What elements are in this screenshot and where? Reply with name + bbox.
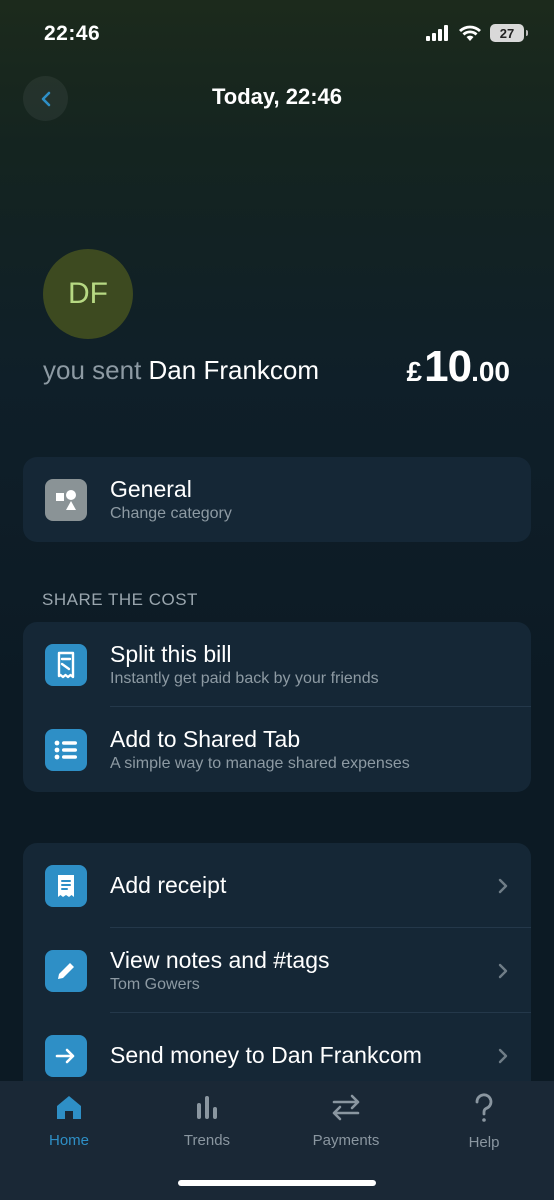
send-money-title: Send money to Dan Frankcom	[110, 1041, 422, 1068]
sent-prefix: you sent	[43, 355, 142, 385]
add-receipt-title: Add receipt	[110, 871, 227, 898]
transaction-description: you sent Dan Frankcom	[43, 355, 319, 386]
recipient-name: Dan Frankcom	[148, 355, 320, 385]
chevron-right-icon	[498, 1048, 508, 1063]
receipt-icon	[45, 865, 87, 907]
page-title: Today, 22:46	[211, 84, 342, 109]
chevron-right-icon	[498, 963, 508, 978]
category-row[interactable]: General Change category	[23, 457, 531, 542]
status-icons: 27	[426, 24, 528, 42]
wifi-icon	[459, 25, 481, 41]
category-title: General	[110, 475, 192, 502]
chevron-right-icon	[498, 878, 508, 893]
amount-minor: .00	[471, 356, 510, 387]
tab-trends[interactable]: Trends	[152, 1093, 262, 1149]
split-bill-title: Split this bill	[110, 640, 232, 667]
status-bar: 22:46 27	[0, 0, 554, 70]
notes-tags-row[interactable]: View notes and #tags Tom Gowers	[23, 928, 531, 1013]
add-receipt-row[interactable]: Add receipt	[23, 843, 531, 928]
cellular-signal-icon	[426, 25, 448, 41]
receipt-split-icon	[45, 644, 87, 686]
notes-tags-title: View notes and #tags	[110, 946, 330, 973]
split-bill-subtitle: Instantly get paid back by your friends	[110, 670, 379, 688]
share-card: Split this bill Instantly get paid back …	[23, 622, 531, 792]
category-card: General Change category	[23, 457, 531, 542]
pencil-icon	[45, 950, 87, 992]
bar-chart-icon	[197, 1096, 217, 1119]
amount-currency: £	[406, 356, 423, 387]
tab-home[interactable]: Home	[14, 1093, 124, 1149]
tab-payments[interactable]: Payments	[291, 1093, 401, 1149]
actions-card: Add receipt View notes and #tags Tom Gow…	[23, 843, 531, 1083]
shared-tab-title: Add to Shared Tab	[110, 725, 301, 752]
notes-tags-subtitle: Tom Gowers	[110, 976, 200, 994]
arrow-right-icon	[45, 1035, 87, 1077]
status-time: 22:46	[44, 22, 101, 45]
category-subtitle: Change category	[110, 505, 232, 523]
home-indicator	[178, 1180, 376, 1186]
list-icon	[45, 729, 87, 771]
transfer-arrows-icon	[332, 1094, 360, 1121]
battery-indicator: 27	[490, 24, 528, 42]
transaction-amount: £ 10 .00	[407, 342, 510, 392]
shared-tab-subtitle: A simple way to manage shared expenses	[110, 755, 410, 773]
tab-payments-label: Payments	[312, 1132, 380, 1149]
tab-help[interactable]: Help	[429, 1093, 539, 1151]
avatar: DF	[43, 249, 133, 339]
tab-help-label: Help	[468, 1134, 500, 1151]
tab-trends-label: Trends	[183, 1132, 231, 1149]
share-section-header: SHARE THE COST	[42, 590, 198, 609]
split-bill-row[interactable]: Split this bill Instantly get paid back …	[23, 622, 531, 707]
question-mark-icon	[475, 1093, 493, 1122]
home-icon	[57, 1096, 81, 1119]
shared-tab-row[interactable]: Add to Shared Tab A simple way to manage…	[23, 707, 531, 792]
tab-home-label: Home	[48, 1132, 89, 1149]
category-shapes-icon	[45, 479, 87, 521]
amount-major: 10	[424, 342, 472, 391]
send-money-row[interactable]: Send money to Dan Frankcom	[23, 1013, 531, 1083]
